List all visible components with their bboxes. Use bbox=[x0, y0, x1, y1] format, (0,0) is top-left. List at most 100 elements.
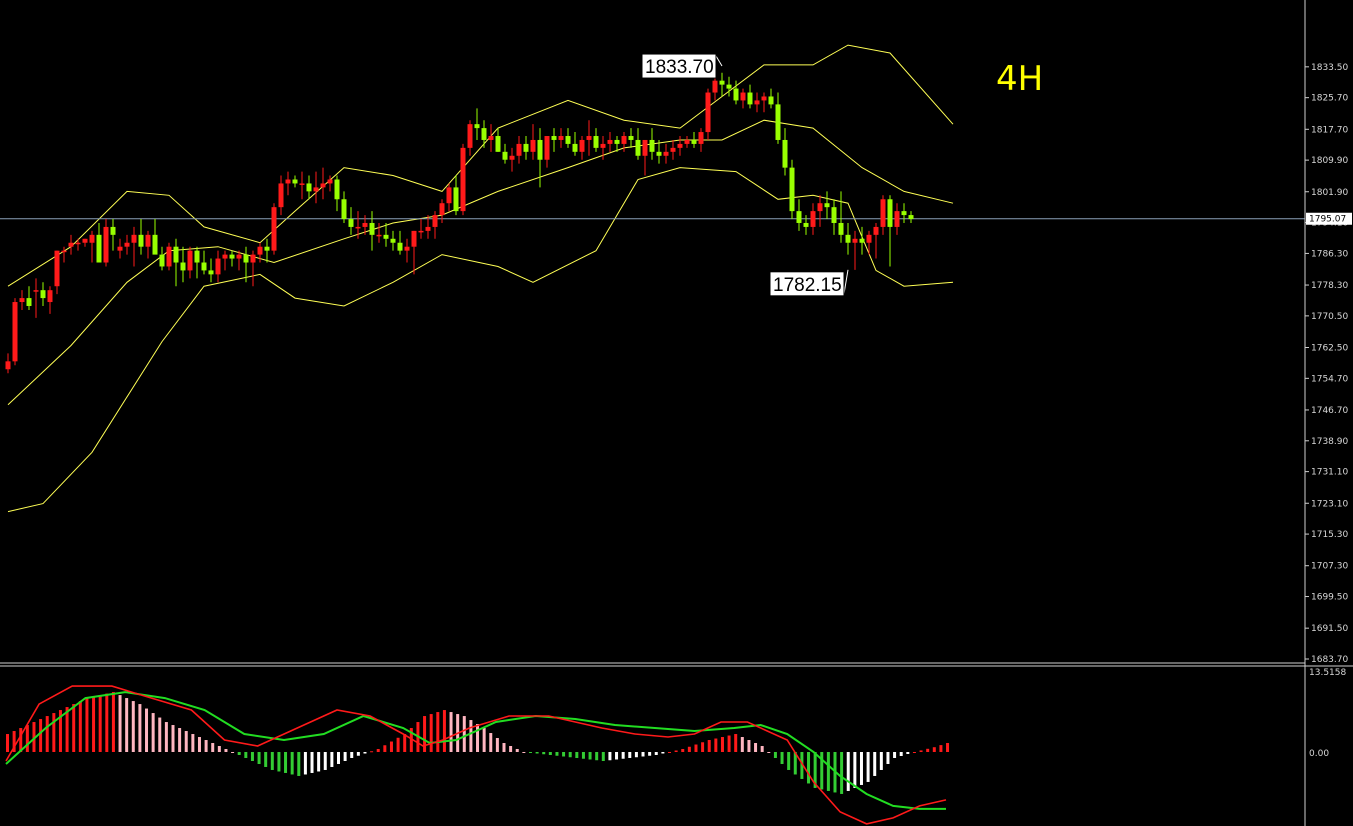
candle-body bbox=[40, 290, 46, 299]
candle-body bbox=[516, 143, 522, 156]
macd-histogram-bar bbox=[919, 750, 923, 752]
candle-body bbox=[257, 246, 263, 255]
macd-histogram-bar bbox=[912, 752, 916, 753]
candle-body bbox=[908, 215, 914, 220]
candle-body bbox=[544, 136, 550, 160]
macd-histogram-bar bbox=[482, 728, 486, 752]
price-tick-label: 1731.10 bbox=[1311, 468, 1348, 478]
macd-histogram-bar bbox=[754, 743, 758, 752]
macd-histogram-bar bbox=[509, 746, 513, 752]
macd-histogram-bar bbox=[469, 720, 473, 752]
macd-histogram-bar bbox=[277, 752, 281, 772]
price-tick-label: 1746.70 bbox=[1311, 406, 1348, 416]
candle-body bbox=[838, 222, 844, 235]
candle-body bbox=[418, 230, 424, 233]
candle-body bbox=[705, 92, 711, 133]
candle-body bbox=[19, 298, 25, 303]
macd-histogram-bar bbox=[562, 752, 566, 757]
price-tick-label: 1833.50 bbox=[1311, 63, 1348, 73]
candle-body bbox=[859, 238, 865, 243]
macd-histogram-bar bbox=[654, 752, 658, 755]
candle-body bbox=[26, 298, 32, 306]
price-tick-label: 1817.70 bbox=[1311, 125, 1348, 135]
macd-tick-label: 13.5158 bbox=[1309, 668, 1346, 678]
candle-body bbox=[628, 136, 634, 140]
macd-histogram-bar bbox=[442, 710, 446, 752]
candlestick bbox=[789, 159, 795, 220]
candle-body bbox=[110, 226, 116, 235]
macd-histogram-bar bbox=[681, 749, 685, 752]
macd-histogram-bar bbox=[476, 724, 480, 752]
macd-histogram-bar bbox=[370, 751, 374, 753]
candle-body bbox=[712, 80, 718, 93]
candle-body bbox=[159, 254, 165, 267]
macd-histogram-bar bbox=[178, 728, 182, 752]
macd-histogram-bar bbox=[932, 747, 936, 752]
candle-body bbox=[54, 250, 60, 287]
candle-body bbox=[131, 234, 137, 243]
candle-body bbox=[355, 226, 361, 229]
candle-body bbox=[285, 179, 291, 184]
macd-histogram-bar bbox=[707, 740, 711, 752]
candle-body bbox=[439, 203, 445, 216]
candle-body bbox=[649, 139, 655, 152]
candle-body bbox=[103, 226, 109, 263]
candlestick bbox=[460, 143, 466, 216]
candle-body bbox=[61, 250, 67, 253]
candle-body bbox=[313, 187, 319, 192]
macd-histogram-bar bbox=[668, 752, 671, 753]
candle-body bbox=[600, 143, 606, 148]
macd-histogram-bar bbox=[714, 738, 718, 752]
price-callout: 1782.15 bbox=[769, 269, 849, 297]
candlestick bbox=[166, 242, 172, 271]
macd-histogram-bar bbox=[694, 744, 698, 752]
macd-histogram-bar bbox=[164, 722, 168, 752]
candle-body bbox=[810, 211, 816, 227]
candle-body bbox=[180, 262, 186, 271]
candle-body bbox=[824, 203, 830, 208]
candle-body bbox=[348, 219, 354, 227]
candle-body bbox=[831, 207, 837, 223]
macd-histogram-bar bbox=[171, 725, 175, 752]
price-tick-label: 1707.30 bbox=[1311, 562, 1348, 572]
candle-body bbox=[789, 167, 795, 212]
candle-body bbox=[551, 136, 557, 140]
candle-body bbox=[866, 234, 872, 243]
candlestick bbox=[271, 203, 277, 255]
candle-body bbox=[509, 155, 515, 160]
macd-histogram-bar bbox=[866, 752, 870, 782]
macd-histogram-bar bbox=[231, 752, 235, 753]
candle-body bbox=[719, 80, 725, 85]
macd-histogram-bar bbox=[595, 752, 599, 761]
candle-body bbox=[684, 139, 690, 144]
candle-body bbox=[145, 234, 151, 247]
macd-histogram-bar bbox=[826, 752, 830, 791]
candle-body bbox=[411, 230, 417, 247]
candle-body bbox=[47, 290, 53, 303]
macd-histogram-bar bbox=[575, 752, 579, 758]
candle-body bbox=[5, 361, 11, 370]
price-tick-label: 1762.50 bbox=[1311, 344, 1348, 354]
candle-body bbox=[726, 84, 732, 89]
candle-body bbox=[593, 136, 599, 148]
macd-histogram-bar bbox=[588, 752, 592, 760]
candle-body bbox=[173, 246, 179, 263]
candle-body bbox=[222, 254, 228, 259]
candle-body bbox=[761, 96, 767, 101]
price-tick-label: 1786.30 bbox=[1311, 249, 1348, 259]
candle-body bbox=[194, 250, 200, 263]
candle-body bbox=[747, 92, 753, 105]
macd-histogram-bar bbox=[906, 752, 910, 754]
macd-histogram-bar bbox=[687, 746, 691, 752]
candle-body bbox=[691, 139, 697, 144]
macd-histogram-bar bbox=[641, 752, 645, 757]
candle-body bbox=[852, 238, 858, 243]
macd-histogram-bar bbox=[846, 752, 850, 791]
candle-body bbox=[124, 242, 130, 247]
candle-body bbox=[306, 183, 312, 192]
candle-body bbox=[530, 139, 536, 152]
candle-body bbox=[670, 147, 676, 152]
macd-histogram-bar bbox=[767, 752, 771, 753]
candle-body bbox=[796, 211, 802, 223]
macd-histogram-bar bbox=[773, 752, 777, 758]
